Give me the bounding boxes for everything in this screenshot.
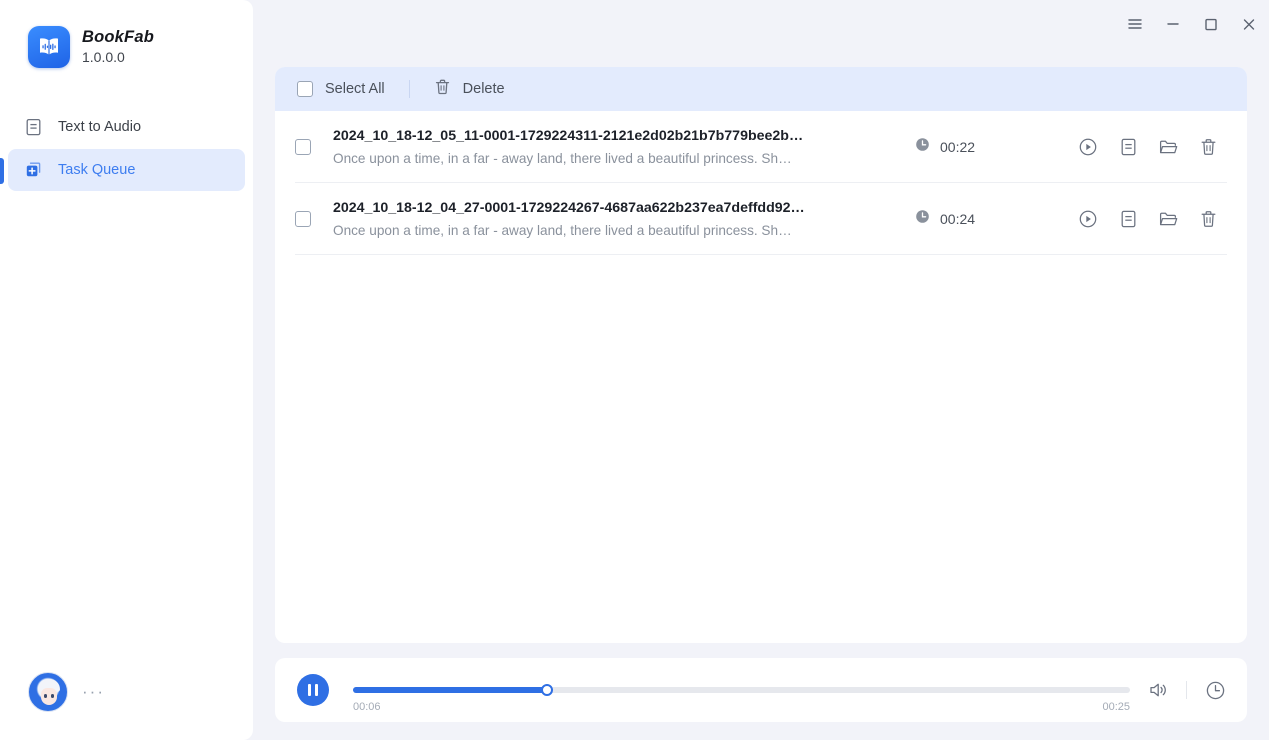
delete-row-icon[interactable] bbox=[1197, 136, 1219, 158]
view-text-icon[interactable] bbox=[1117, 136, 1139, 158]
total-time: 00:25 bbox=[1102, 701, 1130, 713]
row-actions bbox=[1077, 208, 1219, 230]
row-checkbox[interactable] bbox=[295, 210, 311, 227]
clock-icon bbox=[915, 137, 930, 157]
clock-icon bbox=[915, 209, 930, 229]
sidebar-item-label: Task Queue bbox=[58, 162, 136, 178]
current-time: 00:06 bbox=[353, 701, 381, 713]
duration-text: 00:24 bbox=[940, 210, 976, 227]
row-title: 2024_10_18-12_05_11-0001-1729224311-2121… bbox=[333, 127, 804, 144]
sidebar: BookFab 1.0.0.0 Text to Audio Task Queue bbox=[0, 0, 253, 740]
maximize-icon[interactable] bbox=[1197, 10, 1225, 38]
progress-fill bbox=[353, 687, 548, 693]
app-name: BookFab bbox=[82, 28, 154, 47]
avatar[interactable] bbox=[28, 672, 68, 712]
document-text-icon bbox=[24, 118, 42, 136]
task-queue-add-icon bbox=[24, 161, 42, 179]
list-toolbar: Select All Delete bbox=[275, 67, 1247, 111]
pause-button[interactable] bbox=[297, 674, 329, 706]
progress-handle[interactable] bbox=[541, 684, 554, 696]
toolbar-divider bbox=[408, 80, 410, 98]
delete-button[interactable]: Delete bbox=[434, 78, 505, 101]
select-all-checkbox[interactable] bbox=[297, 81, 313, 97]
sidebar-item-text-to-audio[interactable]: Text to Audio bbox=[8, 106, 245, 148]
row-title: 2024_10_18-12_04_27-0001-1729224267-4687… bbox=[333, 199, 805, 216]
app-logo-icon bbox=[28, 26, 70, 68]
table-row[interactable]: 2024_10_18-12_05_11-0001-1729224311-2121… bbox=[295, 111, 1227, 183]
hamburger-menu-icon[interactable] bbox=[1121, 10, 1149, 38]
pause-icon bbox=[308, 684, 311, 696]
timer-clock-icon[interactable] bbox=[1203, 678, 1227, 702]
close-icon[interactable] bbox=[1235, 10, 1263, 38]
user-more-button[interactable]: ··· bbox=[82, 683, 105, 700]
active-nav-accent-bar bbox=[0, 158, 4, 184]
trash-icon bbox=[434, 78, 451, 101]
table-row[interactable]: 2024_10_18-12_04_27-0001-1729224267-4687… bbox=[295, 183, 1227, 255]
duration-text: 00:22 bbox=[940, 138, 976, 155]
window-titlebar bbox=[253, 0, 1269, 48]
select-all-label: Select All bbox=[325, 81, 385, 97]
folder-icon[interactable] bbox=[1157, 208, 1179, 230]
player-divider bbox=[1186, 681, 1187, 699]
play-circle-icon[interactable] bbox=[1077, 208, 1099, 230]
task-list-card: Select All Delete 2024_10_18-12_05_11-00… bbox=[275, 67, 1247, 643]
row-subtitle: Once upon a time, in a far - away land, … bbox=[333, 150, 792, 166]
player-right-controls bbox=[1146, 678, 1227, 702]
row-duration: 00:24 bbox=[915, 209, 1035, 229]
row-actions bbox=[1077, 136, 1219, 158]
volume-icon[interactable] bbox=[1146, 678, 1170, 702]
row-text-block: 2024_10_18-12_05_11-0001-1729224311-2121… bbox=[333, 128, 893, 166]
progress-slider[interactable] bbox=[353, 684, 1130, 696]
sidebar-item-label: Text to Audio bbox=[58, 119, 142, 135]
delete-label: Delete bbox=[462, 81, 505, 97]
minimize-icon[interactable] bbox=[1159, 10, 1187, 38]
row-duration: 00:22 bbox=[915, 137, 1035, 157]
delete-row-icon[interactable] bbox=[1197, 208, 1219, 230]
user-profile[interactable]: ··· bbox=[28, 672, 105, 712]
row-subtitle: Once upon a time, in a far - away land, … bbox=[333, 222, 792, 238]
row-text-block: 2024_10_18-12_04_27-0001-1729224267-4687… bbox=[333, 200, 893, 238]
progress-track-wrap: 00:06 00:25 bbox=[353, 684, 1130, 713]
sidebar-item-task-queue[interactable]: Task Queue bbox=[8, 149, 245, 191]
app-brand: BookFab 1.0.0.0 bbox=[28, 26, 154, 68]
view-text-icon[interactable] bbox=[1117, 208, 1139, 230]
select-all-control[interactable]: Select All bbox=[297, 81, 385, 97]
folder-icon[interactable] bbox=[1157, 136, 1179, 158]
audio-player: 00:06 00:25 bbox=[275, 658, 1247, 722]
app-version: 1.0.0.0 bbox=[82, 48, 125, 65]
play-circle-icon[interactable] bbox=[1077, 136, 1099, 158]
row-checkbox[interactable] bbox=[295, 138, 311, 155]
